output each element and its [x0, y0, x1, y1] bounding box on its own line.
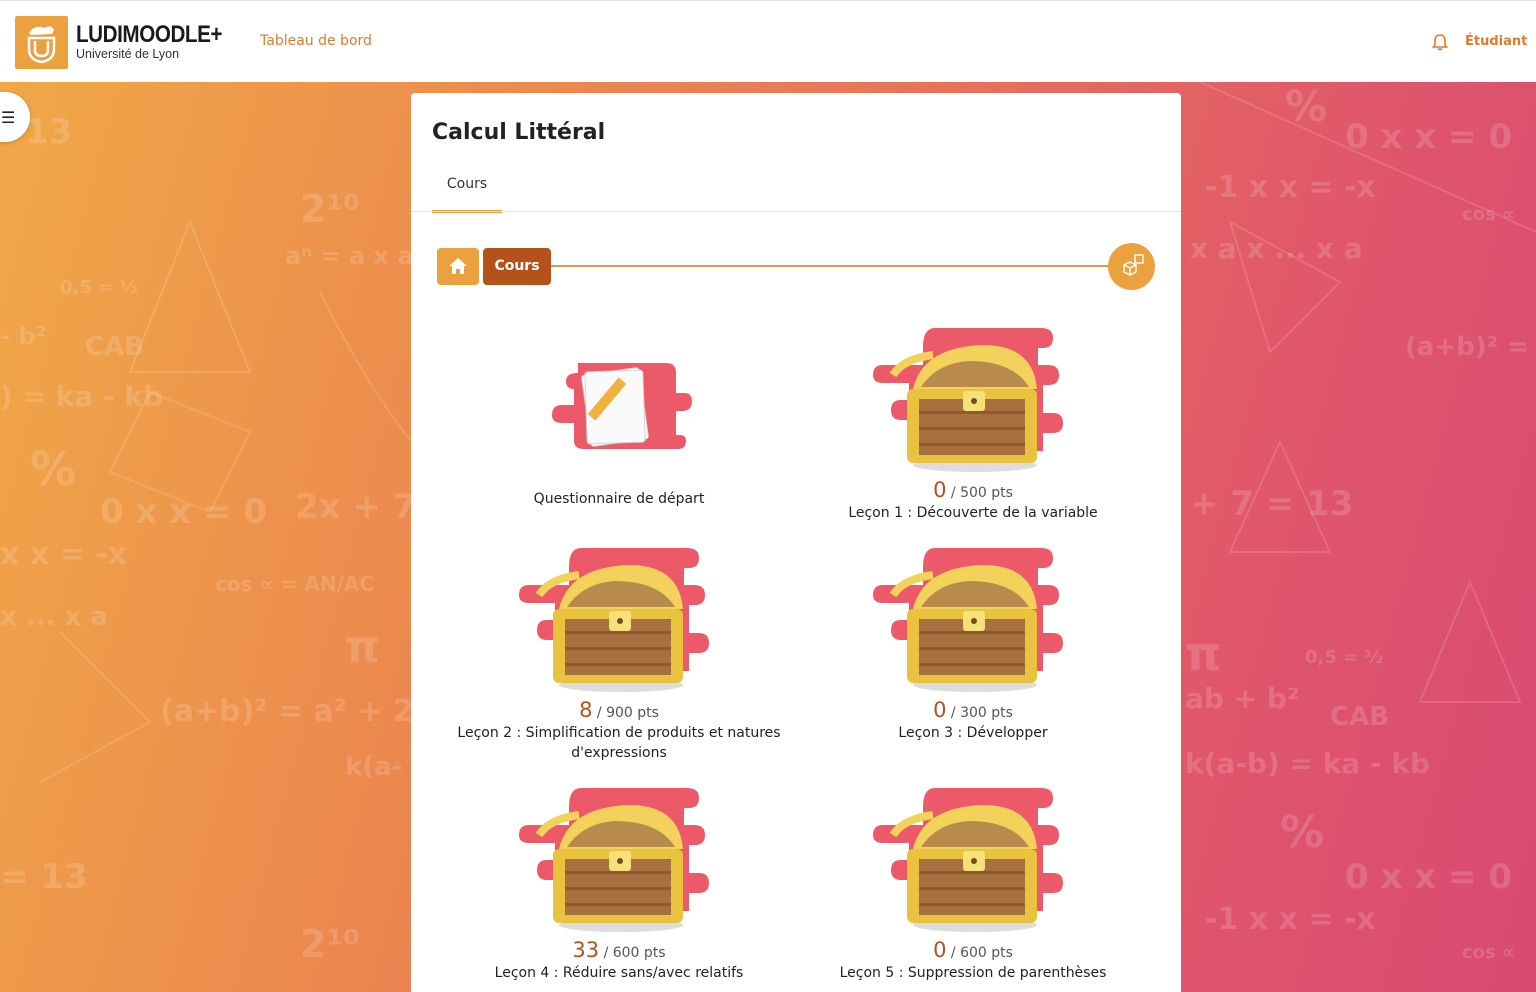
activity-lesson-2[interactable]: 8 / 900 pts Leçon 2 : Simplification de … [442, 545, 796, 763]
treasure-chest-icon [519, 548, 709, 692]
list-icon: ☰ [1, 108, 16, 127]
activity-label: Leçon 3 : Développer [898, 725, 1048, 741]
activity-max-points: / 300 pts [950, 705, 1013, 721]
home-icon [449, 258, 467, 274]
logo-icon[interactable] [15, 16, 68, 69]
activity-lesson-3[interactable]: 0 / 300 pts Leçon 3 : Développer [796, 545, 1150, 743]
activity-label: Leçon 1 : Découverte de la variable [848, 505, 1098, 521]
cube-icon [1123, 254, 1144, 276]
treasure-chest-icon [873, 328, 1063, 472]
breadcrumb-home-button[interactable] [437, 248, 479, 285]
activity-questionnaire[interactable]: Questionnaire de départ [442, 353, 796, 509]
bell-icon[interactable] [1431, 33, 1449, 51]
treasure-chest-icon [873, 548, 1063, 692]
tab-divider [411, 211, 1181, 212]
activity-max-points: / 500 pts [950, 485, 1013, 501]
activity-lesson-4[interactable]: 33 / 600 pts Leçon 4 : Réduire sans/avec… [442, 785, 796, 983]
activity-score: 0 [933, 698, 947, 722]
activity-max-points: / 600 pts [603, 945, 666, 961]
activity-label: Questionnaire de départ [533, 491, 705, 507]
activity-lesson-1[interactable]: 0 / 500 pts Leçon 1 : Découverte de la v… [796, 325, 1150, 523]
activity-score: 0 [933, 478, 947, 502]
activity-label: Leçon 5 : Suppression de parenthèses [839, 965, 1107, 981]
level-end-button[interactable] [1108, 243, 1155, 290]
treasure-chest-icon [519, 788, 709, 932]
breadcrumb-current[interactable]: Cours [483, 248, 551, 285]
activity-lesson-5[interactable]: 0 / 600 pts Leçon 5 : Suppression de par… [796, 785, 1150, 983]
course-card: Calcul Littéral Cours Cours Questionnair… [411, 93, 1181, 992]
activity-label: Leçon 4 : Réduire sans/avec relatifs [494, 965, 744, 981]
tab-cours[interactable]: Cours [432, 173, 502, 213]
activity-score: 33 [572, 938, 600, 962]
notepad-icon [552, 363, 692, 449]
dashboard-link[interactable]: Tableau de bord [260, 33, 372, 49]
top-bar: LUDIMOODLE+ Université de Lyon Tableau d… [0, 0, 1536, 82]
treasure-chest-icon [873, 788, 1063, 932]
brand-subtitle: Université de Lyon [76, 47, 180, 61]
activity-score: 8 [579, 698, 593, 722]
breadcrumb-progress-line [551, 265, 1111, 267]
user-menu[interactable]: Étudiant [1465, 34, 1527, 49]
activity-max-points: / 600 pts [950, 945, 1013, 961]
activity-max-points: / 900 pts [596, 705, 659, 721]
brand-title: LUDIMOODLE+ [76, 21, 223, 48]
activity-score: 0 [933, 938, 947, 962]
course-title: Calcul Littéral [432, 120, 606, 145]
activity-label: Leçon 2 : Simplification de produits et … [457, 725, 781, 761]
